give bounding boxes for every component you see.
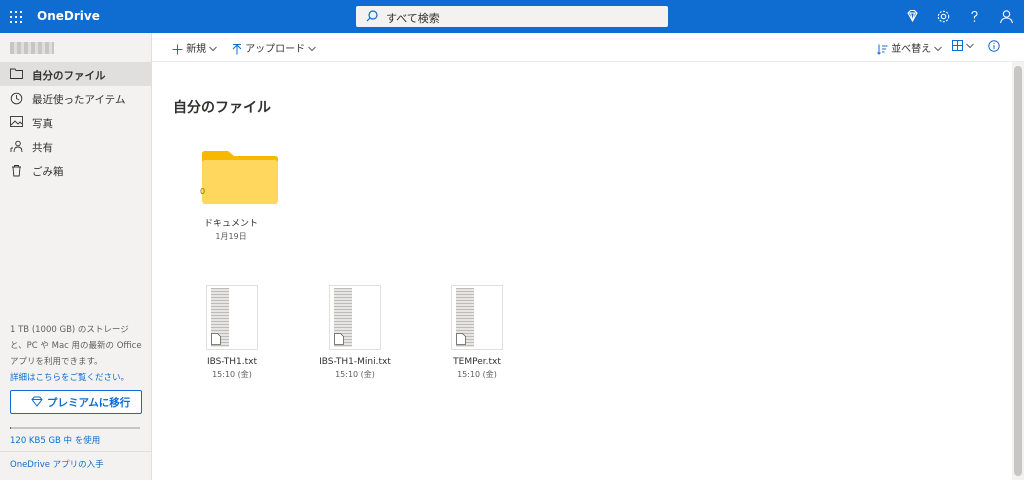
text-file-icon: [334, 333, 344, 345]
sort-button[interactable]: 並べ替え: [877, 40, 943, 55]
search-placeholder: すべて検索: [386, 12, 440, 25]
sidebar-item-photos[interactable]: 写真: [0, 110, 151, 134]
search-icon: [366, 10, 378, 22]
photo-icon: [10, 116, 23, 127]
file-date: 15:10 (金): [212, 370, 252, 379]
text-file-icon: [456, 333, 466, 345]
file-name: IBS-TH1.txt: [206, 357, 258, 367]
folder-icon: [202, 151, 278, 204]
sidebar-item-label: ごみ箱: [32, 166, 64, 178]
search-box[interactable]: すべて検索: [356, 6, 668, 27]
scrollbar[interactable]: [1012, 62, 1024, 480]
sidebar-item-recent[interactable]: 最近使ったアイテム: [0, 86, 151, 110]
chevron-down-icon: [966, 43, 975, 48]
file-tile-ibs-th1-mini[interactable]: IBS-TH1-Mini.txt 15:10 (金): [300, 285, 410, 385]
grid-view-icon: [952, 40, 963, 51]
sort-button-label: 並べ替え: [891, 44, 932, 55]
sidebar-item-recycle-bin[interactable]: ごみ箱: [0, 158, 151, 182]
page-title: 自分のファイル: [173, 100, 271, 116]
diamond-icon: [31, 396, 43, 407]
folder-tile-documents[interactable]: 0 ドキュメント 1月19日: [176, 150, 286, 245]
plus-icon: [172, 44, 183, 54]
premium-diamond-icon[interactable]: [904, 8, 921, 25]
info-icon: [988, 40, 1000, 52]
sidebar-item-my-files[interactable]: 自分のファイル: [0, 62, 151, 86]
trash-icon: [12, 165, 21, 177]
folder-date: 1月19日: [215, 232, 247, 241]
history-icon: [10, 92, 23, 105]
help-icon[interactable]: [966, 8, 983, 25]
storage-used-label: 120 KB5 GB 中 を使用: [10, 436, 101, 446]
account-icon[interactable]: [998, 8, 1015, 25]
sidebar-item-label: 自分のファイル: [32, 70, 106, 82]
app-launcher-icon[interactable]: [10, 11, 22, 23]
storage-description: 1 TB (1000 GB) のストレージと、PC や Mac 用の最新の Of…: [10, 325, 142, 367]
storage-usage-fill: [10, 427, 11, 429]
storage-used-text[interactable]: 120 KB5 GB 中 を使用: [10, 434, 100, 446]
upload-arrow-icon: [232, 43, 242, 54]
details-pane-button[interactable]: [988, 40, 1000, 52]
folder-item-count: 0: [200, 187, 206, 196]
app-title[interactable]: OneDrive: [37, 9, 100, 23]
folder-icon: [10, 68, 23, 79]
user-name-blurred: [10, 42, 54, 54]
new-button[interactable]: 新規: [172, 40, 218, 55]
upload-button[interactable]: アップロード: [232, 40, 317, 55]
storage-usage-bar: [10, 427, 140, 429]
file-name: TEMPer.txt: [453, 357, 501, 367]
sidebar-item-shared[interactable]: 共有: [0, 134, 151, 158]
sidebar-item-label: 共有: [32, 142, 53, 154]
go-premium-button[interactable]: プレミアムに移行: [10, 390, 142, 414]
upload-button-label: アップロード: [245, 44, 306, 55]
chevron-down-icon: [209, 46, 218, 52]
chevron-down-icon: [308, 46, 317, 52]
file-thumbnail: [329, 285, 381, 350]
folder-name: ドキュメント: [203, 219, 258, 229]
top-bar: OneDrive すべて検索: [0, 0, 1024, 33]
new-button-label: 新規: [186, 44, 207, 55]
sidebar-item-label: 写真: [32, 118, 53, 130]
settings-gear-icon[interactable]: [935, 8, 952, 25]
sidebar: 自分のファイル 最近使ったアイテム 写真 共有 ごみ箱 1 TB (1000 G…: [0, 33, 152, 480]
sidebar-divider: [0, 451, 151, 452]
sidebar-item-label: 最近使ったアイテム: [32, 94, 126, 106]
sort-icon: [877, 44, 888, 55]
scrollbar-thumb[interactable]: [1014, 66, 1022, 476]
file-tile-ibs-th1[interactable]: IBS-TH1.txt 15:10 (金): [177, 285, 287, 385]
file-thumbnail: [206, 285, 258, 350]
command-bar: 新規 アップロード 並べ替え: [152, 33, 1024, 62]
text-file-icon: [211, 333, 221, 345]
details-link[interactable]: 詳細はこちらをご覧ください。: [10, 373, 129, 383]
file-date: 15:10 (金): [335, 370, 375, 379]
file-date: 15:10 (金): [457, 370, 497, 379]
file-thumbnail: [451, 285, 503, 350]
premium-button-label: プレミアムに移行: [47, 397, 131, 409]
chevron-down-icon: [934, 46, 943, 52]
view-switch-button[interactable]: [952, 40, 975, 52]
file-tile-temper[interactable]: TEMPer.txt 15:10 (金): [422, 285, 532, 385]
storage-upsell-text: 1 TB (1000 GB) のストレージと、PC や Mac 用の最新の Of…: [10, 322, 145, 386]
file-name: IBS-TH1-Mini.txt: [319, 357, 391, 367]
share-icon: [10, 140, 23, 153]
get-app-link[interactable]: OneDrive アプリの入手: [10, 458, 104, 470]
